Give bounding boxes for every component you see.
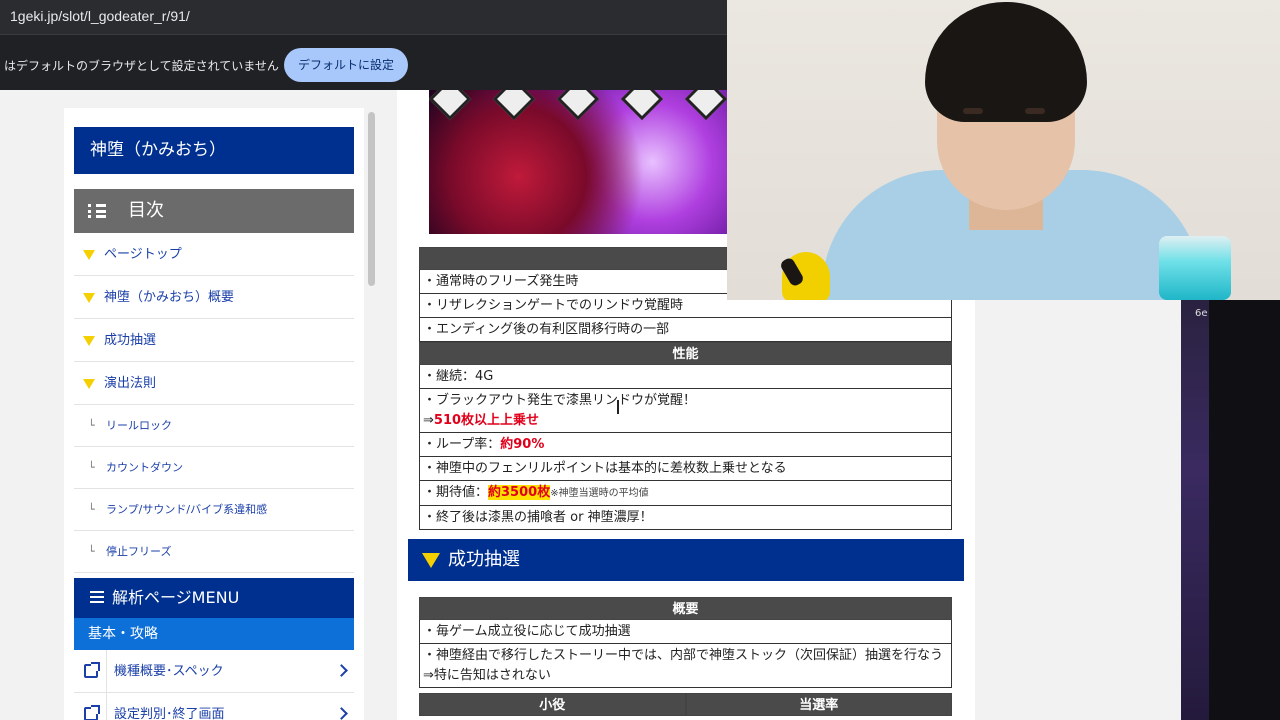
set-default-button[interactable]: デフォルトに設定	[284, 48, 408, 82]
triangle-down-icon	[422, 553, 440, 568]
emblem-shape	[429, 90, 472, 121]
right-margin	[975, 300, 1181, 720]
divider	[106, 650, 107, 693]
menu-icon	[90, 591, 104, 603]
menu-item-setting[interactable]: 設定判別･終了画面	[74, 693, 354, 720]
person-eye	[963, 108, 983, 114]
external-link-icon	[84, 662, 100, 678]
overview-row: ・神堕経由で移行したストーリー中では、内部で神堕ストック（次回保証）抽選を行なう…	[419, 644, 952, 688]
perf-loop-label: ・ループ率：	[423, 437, 501, 452]
overview-header: 概要	[419, 597, 952, 620]
side-window-text: 6e	[1195, 308, 1208, 319]
sidebar: 神堕（かみおち） 目次 ページトップ 神堕（かみおち）概要 成功抽選 演出法則 …	[64, 108, 364, 720]
person-eye	[1025, 108, 1045, 114]
toc-subitem-countdown[interactable]: └ カウントダウン	[74, 447, 354, 489]
toc-label: 目次	[128, 200, 164, 221]
emblem-shape	[556, 90, 600, 121]
divider	[106, 693, 107, 720]
triangle-down-icon	[83, 250, 95, 260]
list-icon	[88, 204, 106, 218]
default-browser-message: はデフォルトのブラウザとして設定されていません	[4, 59, 279, 73]
external-link-icon	[84, 705, 100, 720]
sidebar-title: 神堕（かみおち）	[74, 127, 354, 174]
sub-bullet: └	[88, 503, 95, 516]
perf-blackout-text: ・ブラックアウト発生で漆黒リンドウが覚醒！	[423, 393, 697, 408]
url-text[interactable]: 1geki.jp/slot/l_godeater_r/91/	[10, 8, 190, 24]
analysis-menu-label: 解析ページMENU	[112, 588, 240, 607]
col-rate-header: 当選率	[685, 693, 952, 716]
performance-header: 性能	[419, 342, 952, 365]
side-window-strip: 6e	[1181, 300, 1280, 720]
triangle-down-icon	[83, 293, 95, 303]
overview-row: ・毎ゲーム成立役に応じて成功抽選	[419, 620, 952, 644]
sub-bullet: └	[88, 419, 95, 432]
emblem-shape	[492, 90, 536, 121]
analysis-menu-header: 解析ページMENU	[74, 578, 354, 618]
toc-subitem-label[interactable]: リールロック	[106, 405, 172, 447]
menu-item-spec[interactable]: 機種概要･スペック	[74, 650, 354, 693]
side-window-image	[1181, 300, 1209, 720]
toc-item-success-lottery[interactable]: 成功抽選	[74, 319, 354, 362]
chevron-right-icon	[335, 707, 348, 720]
toc-item-label[interactable]: 演出法則	[104, 362, 156, 405]
menu-item-label[interactable]: 設定判別･終了画面	[114, 693, 225, 720]
sub-bullet: └	[88, 545, 95, 558]
text-cursor	[617, 400, 619, 414]
toc-item-page-top[interactable]: ページトップ	[74, 233, 354, 276]
triangle-down-icon	[83, 336, 95, 346]
sub-bullet: └	[88, 461, 95, 474]
trigger-row: ・エンディング後の有利区間移行時の一部	[419, 318, 952, 342]
overview-table: 概要 ・毎ゲーム成立役に応じて成功抽選 ・神堕経由で移行したストーリー中では、内…	[419, 597, 952, 688]
perf-continuation: ・継続：4G	[419, 365, 952, 389]
menu-item-label[interactable]: 機種概要･スペック	[114, 650, 224, 693]
col-role-header: 小役	[419, 693, 686, 716]
chevron-right-icon	[335, 664, 348, 677]
toc-item-overview[interactable]: 神堕（かみおち）概要	[74, 276, 354, 319]
toc-subitem-lamp-sound[interactable]: └ ランプ/サウンド/バイブ系違和感	[74, 489, 354, 531]
perf-ev-note: ※神堕当選時の平均値	[550, 488, 649, 499]
toc-subitem-label[interactable]: カウントダウン	[106, 447, 183, 489]
perf-expected-value: ・期待値：約3500枚※神堕当選時の平均値	[419, 481, 952, 506]
toc-header[interactable]: 目次	[74, 189, 354, 233]
perf-blackout-add: 510枚以上上乗せ	[433, 413, 540, 428]
perf-loop: ・ループ率：約90%	[419, 433, 952, 457]
cyan-lamp	[1159, 236, 1231, 300]
perf-ev-label: ・期待値：	[423, 485, 489, 500]
toc-subitem-reel-lock[interactable]: └ リールロック	[74, 405, 354, 447]
triangle-down-icon	[83, 379, 95, 389]
perf-loop-value: 約90%	[500, 437, 545, 452]
game-screenshot-image	[429, 90, 727, 234]
perf-fenrir: ・神堕中のフェンリルポイントは基本的に差枚数上乗せとなる	[419, 457, 952, 481]
lottery-table: 小役 当選率	[419, 693, 952, 716]
section-title: 成功抽選	[448, 549, 520, 570]
arrow-text: ⇒	[423, 413, 434, 428]
perf-blackout: ・ブラックアウト発生で漆黒リンドウが覚醒！ ⇒510枚以上上乗せ	[419, 389, 952, 433]
toc-item-label[interactable]: 成功抽選	[104, 319, 156, 362]
perf-ev-value: 約3500枚	[488, 485, 551, 500]
menu-section-basic: 基本・攻略	[74, 618, 354, 650]
emblem-shape	[684, 90, 727, 121]
toc-subitem-stop-freeze[interactable]: └ 停止フリーズ	[74, 531, 354, 573]
emblem-shape	[620, 90, 664, 121]
toc-item-effect-rules[interactable]: 演出法則	[74, 362, 354, 405]
section-success-lottery: 成功抽選	[408, 539, 964, 581]
toc-subitem-label[interactable]: ランプ/サウンド/バイブ系違和感	[106, 489, 267, 531]
toc-subitem-label[interactable]: 停止フリーズ	[106, 531, 171, 573]
toc-item-label[interactable]: ページトップ	[104, 233, 182, 276]
sidebar-scrollbar[interactable]	[368, 112, 375, 286]
toc-item-label[interactable]: 神堕（かみおち）概要	[104, 276, 234, 319]
webcam-overlay	[727, 0, 1280, 300]
perf-after: ・終了後は漆黒の捕喰者 or 神堕濃厚！	[419, 506, 952, 530]
